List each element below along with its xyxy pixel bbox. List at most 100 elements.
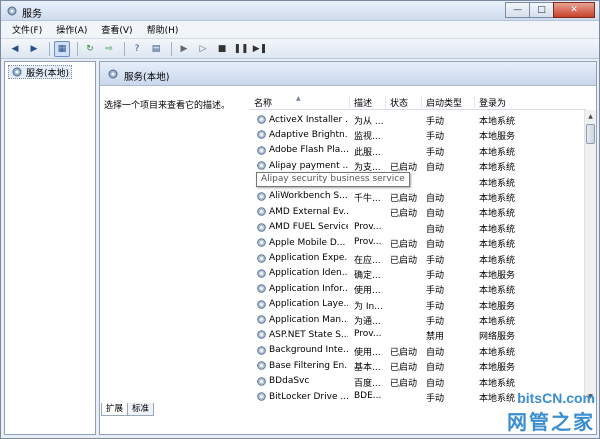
service-startup-type: 自动	[426, 347, 445, 358]
export-icon[interactable]: ⇨	[101, 41, 117, 57]
table-row[interactable]: Application Iden... 确定... 手动 本地服务	[250, 266, 586, 281]
tab-extended[interactable]: 扩展	[101, 403, 129, 416]
column-header-logon-as[interactable]: 登录为	[475, 96, 545, 109]
service-description: 使用...	[354, 347, 381, 358]
table-row[interactable]: Application Laye... 为 In... 手动 本地服务	[250, 297, 586, 312]
service-logon-as: 本地服务	[479, 270, 516, 281]
close-button[interactable]: ✕	[553, 2, 595, 18]
service-gear-icon	[257, 253, 266, 263]
service-logon-as: 本地系统	[479, 163, 516, 174]
service-name-cell: Base Filtering En...	[256, 360, 348, 371]
service-gear-icon	[257, 392, 266, 401]
service-description: Prov...	[354, 329, 382, 340]
service-logon-as: 本地服务	[479, 132, 516, 143]
service-name-cell: Application Expe...	[256, 253, 348, 264]
service-name-cell: AliWorkbench S...	[256, 191, 348, 202]
table-row[interactable]: Adaptive Brightn... 监视... 手动 本地服务	[250, 127, 586, 142]
service-logon-as: 本地系统	[479, 193, 516, 204]
service-name: Adobe Flash Pla...	[269, 145, 348, 156]
table-row[interactable]: Application Infor... 使用... 手动 本地系统	[250, 281, 586, 296]
service-gear-icon	[257, 145, 266, 155]
service-name-cell: Application Infor...	[256, 283, 348, 294]
forward-icon[interactable]: ▶	[26, 41, 42, 57]
menu-help[interactable]: 帮助(H)	[140, 23, 186, 36]
restart-icon[interactable]: ▶❚	[252, 41, 268, 57]
tooltip: Alipay security business service	[256, 172, 410, 187]
console-tree-icon[interactable]: ▦	[54, 40, 70, 57]
table-row[interactable]: Application Man... 为通... 手动 本地系统	[250, 312, 586, 327]
table-row[interactable]: AMD FUEL Service Prov... 自动 本地系统	[250, 220, 586, 235]
service-logon-as: 本地系统	[479, 347, 516, 358]
column-header-description[interactable]: 描述	[350, 96, 386, 109]
table-row[interactable]: Background Inte... 使用... 已启动 自动 本地系统	[250, 343, 586, 358]
help-icon[interactable]: ?	[129, 41, 145, 57]
service-status: 已启动	[390, 378, 418, 389]
menu-view[interactable]: 查看(V)	[94, 23, 139, 36]
toolbar: ◀ ▶ ▦ ↻ ⇨ ? ▤ ▶ ▷ ■ ❚❚ ▶❚	[1, 38, 599, 59]
watermark-line1: bitsCN.com	[517, 390, 595, 406]
play-icon[interactable]: ▷	[195, 41, 211, 57]
service-name: ASP.NET State S...	[269, 329, 348, 340]
title-bar[interactable]: 服务 — □ ✕	[1, 1, 599, 21]
scroll-up-icon[interactable]: ▲	[585, 110, 596, 122]
service-name: Adaptive Brightn...	[269, 129, 348, 140]
stop-icon[interactable]: ■	[214, 41, 230, 57]
service-startup-type: 手动	[426, 147, 445, 158]
service-description: 在应...	[354, 255, 381, 266]
table-row[interactable]: Application Expe... 在应... 已启动 手动 本地系统	[250, 251, 586, 266]
view-tabs: 扩展 标准	[101, 403, 155, 417]
watermark: bitsCN.com 网管之家	[507, 390, 595, 435]
play-icon[interactable]: ▶	[176, 41, 192, 57]
column-header-startup-type[interactable]: 启动类型	[422, 96, 475, 109]
menu-action[interactable]: 操作(A)	[49, 23, 94, 36]
service-gear-icon	[257, 207, 266, 217]
service-name: Base Filtering En...	[269, 360, 348, 371]
services-gear-icon	[12, 67, 22, 77]
toolbar-separator	[124, 41, 125, 56]
service-gear-icon	[257, 192, 266, 201]
service-startup-type: 自动	[426, 240, 445, 251]
service-logon-as: 网络服务	[479, 332, 516, 343]
service-logon-as: 本地系统	[479, 224, 516, 235]
service-name-cell: AMD FUEL Service	[256, 222, 348, 233]
tab-standard[interactable]: 标准	[127, 403, 155, 416]
services-list: ▲ 名称 描述 状态 启动类型 登录为 ActiveX Installer ..…	[250, 92, 586, 402]
vertical-scrollbar[interactable]: ▲ ▼	[584, 110, 596, 402]
properties-icon[interactable]: ▤	[148, 41, 164, 57]
table-row[interactable]: AMD External Ev... 已启动 自动 本地系统	[250, 204, 586, 219]
service-name: Application Infor...	[269, 283, 348, 294]
service-startup-type: 手动	[426, 117, 445, 127]
services-gear-icon	[7, 6, 17, 16]
service-gear-icon	[257, 161, 266, 170]
column-header-name[interactable]: ▲ 名称	[250, 95, 350, 109]
table-row[interactable]: BDdaSvc 百度... 已启动 自动 本地系统	[250, 374, 586, 389]
column-header-status[interactable]: 状态	[386, 96, 422, 109]
service-status: 已启动	[390, 240, 418, 251]
table-row[interactable]: Base Filtering En... 基本... 已启动 自动 本地服务	[250, 358, 586, 373]
service-logon-as: 本地系统	[479, 378, 516, 389]
toolbar-separator	[77, 41, 78, 56]
service-name-cell: Application Man...	[256, 314, 348, 325]
refresh-icon[interactable]: ↻	[82, 41, 98, 57]
service-gear-icon	[257, 376, 266, 386]
table-row[interactable]: Apple Mobile D... Prov... 已启动 自动 本地系统	[250, 235, 586, 250]
minimize-button[interactable]: —	[505, 2, 530, 18]
list-rows: ActiveX Installer ... 为从 ... 手动 本地系统 Adaptiv…	[250, 112, 586, 402]
service-startup-type: 手动	[426, 270, 445, 281]
back-icon[interactable]: ◀	[7, 41, 23, 57]
service-description: 此服...	[354, 147, 381, 158]
service-startup-type: 手动	[426, 286, 445, 297]
window-title: 服务	[22, 9, 42, 20]
menu-file[interactable]: 文件(F)	[5, 23, 49, 36]
table-row[interactable]: ASP.NET State S... Prov... 禁用 网络服务	[250, 327, 586, 342]
scroll-thumb[interactable]	[586, 124, 595, 144]
table-row[interactable]: Adobe Flash Pla... 此服... 手动 本地系统	[250, 143, 586, 158]
service-gear-icon	[257, 299, 266, 309]
table-row[interactable]: ActiveX Installer ... 为从 ... 手动 本地系统	[250, 112, 586, 127]
service-name-cell: Application Iden...	[256, 268, 348, 279]
table-row[interactable]: AliWorkbench S... 千牛... 已启动 自动 本地系统	[250, 189, 586, 204]
tree-item-services-local[interactable]: 服务(本地)	[8, 65, 73, 79]
list-header: ▲ 名称 描述 状态 启动类型 登录为	[250, 92, 586, 110]
maximize-button[interactable]: □	[529, 2, 554, 18]
pause-icon[interactable]: ❚❚	[233, 41, 249, 57]
